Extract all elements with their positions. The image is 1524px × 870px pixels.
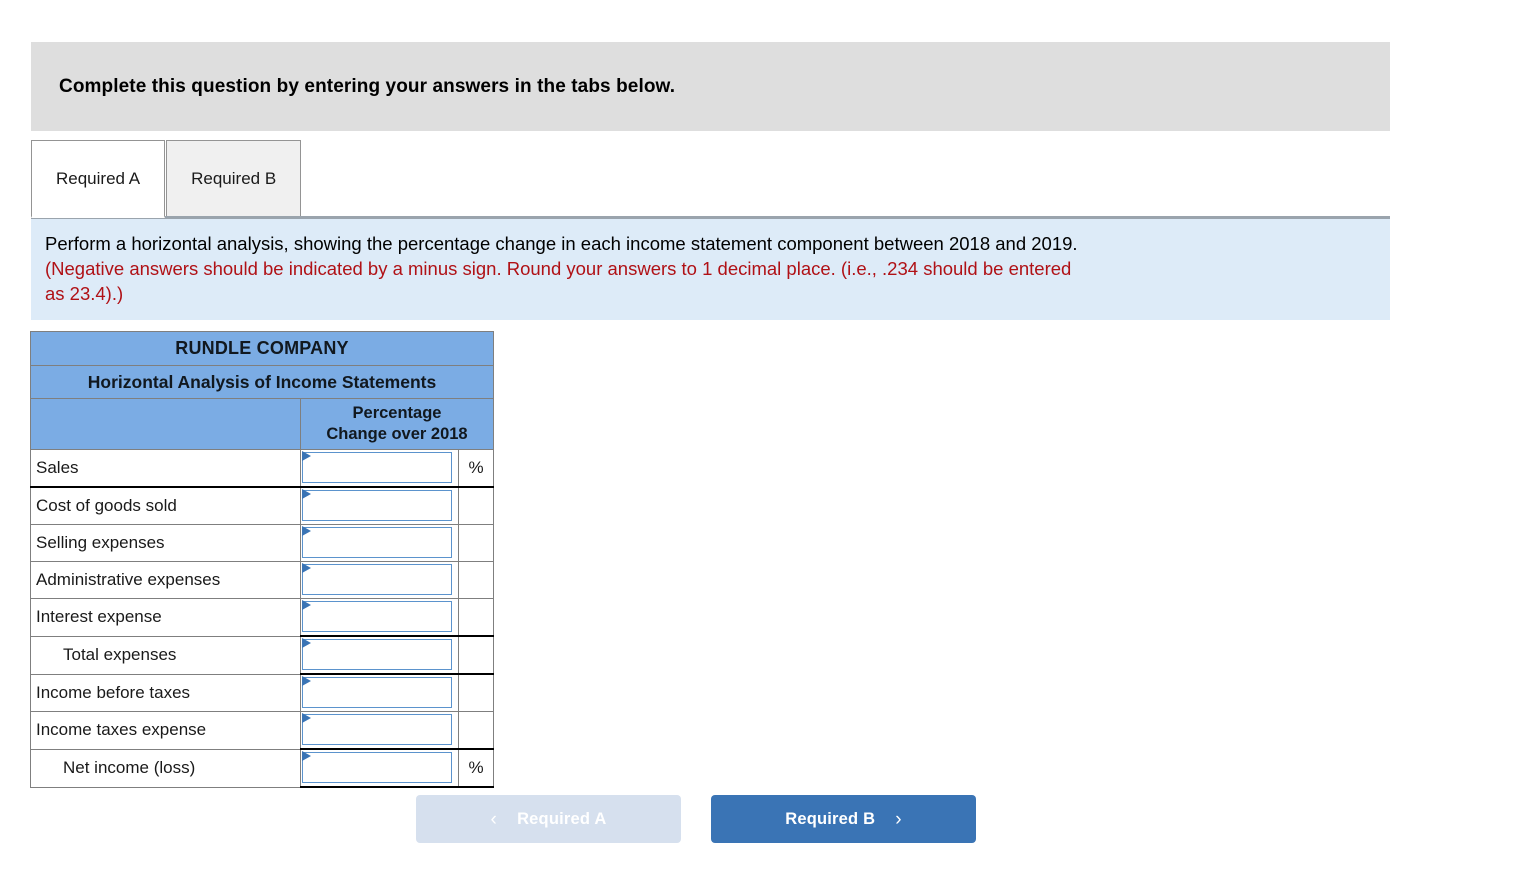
table-row: Interest expense bbox=[30, 598, 494, 637]
percent-sign-income-before-taxes bbox=[458, 673, 494, 712]
input-marker-icon bbox=[302, 638, 312, 653]
company-name: RUNDLE COMPANY bbox=[30, 331, 494, 366]
column-header-line-1: Percentage bbox=[352, 404, 442, 422]
percentage-input-income-before-taxes[interactable] bbox=[302, 677, 452, 708]
tab-required-b-label: Required B bbox=[191, 168, 277, 188]
input-cell-income-before-taxes[interactable] bbox=[300, 673, 459, 712]
table-title-row: RUNDLE COMPANY bbox=[30, 331, 494, 366]
chevron-left-icon: ‹ bbox=[490, 808, 498, 830]
input-cell-net-income[interactable] bbox=[300, 748, 459, 788]
percentage-input-income-taxes-expense[interactable] bbox=[302, 714, 452, 745]
tab-strip: Required A Required B bbox=[31, 140, 1390, 218]
percent-sign-interest-expense bbox=[458, 598, 494, 637]
row-label-income-taxes-expense: Income taxes expense bbox=[30, 711, 301, 750]
table-row: Cost of goods sold bbox=[30, 486, 494, 525]
input-marker-icon bbox=[302, 451, 312, 466]
input-cell-interest-expense[interactable] bbox=[300, 598, 459, 637]
statement-subtitle: Horizontal Analysis of Income Statements bbox=[30, 365, 494, 399]
input-cell-income-taxes-expense[interactable] bbox=[300, 711, 459, 750]
next-button-label: Required B bbox=[785, 809, 876, 828]
percent-sign-selling-expenses bbox=[458, 524, 494, 562]
table-row: Administrative expenses bbox=[30, 561, 494, 599]
percent-sign-total-expenses bbox=[458, 635, 494, 675]
table-row: Total expenses bbox=[30, 635, 494, 675]
question-banner: Complete this question by entering your … bbox=[31, 42, 1390, 131]
input-marker-icon bbox=[302, 489, 312, 504]
instruction-line-2: (Negative answers should be indicated by… bbox=[45, 258, 1072, 279]
instruction-panel: Perform a horizontal analysis, showing t… bbox=[31, 216, 1390, 320]
table-row: Income before taxes bbox=[30, 673, 494, 712]
row-label-net-income: Net income (loss) bbox=[30, 748, 301, 788]
percent-sign-sales: % bbox=[458, 449, 494, 488]
tab-required-b[interactable]: Required B bbox=[166, 140, 302, 216]
next-required-b-button[interactable]: Required B › bbox=[711, 795, 976, 843]
input-marker-icon bbox=[302, 563, 312, 578]
percentage-input-net-income[interactable] bbox=[302, 752, 452, 783]
percent-sign-net-income: % bbox=[458, 748, 494, 788]
table-subtitle-row: Horizontal Analysis of Income Statements bbox=[30, 365, 494, 399]
row-label-total-expenses: Total expenses bbox=[30, 635, 301, 675]
table-row: Income taxes expense bbox=[30, 711, 494, 750]
row-label-sales: Sales bbox=[30, 449, 301, 488]
chevron-right-icon: › bbox=[895, 808, 902, 830]
prev-required-a-button[interactable]: ‹ Required A bbox=[416, 795, 681, 843]
row-label-cost-of-goods-sold: Cost of goods sold bbox=[30, 486, 301, 525]
table-body: RUNDLE COMPANY Horizontal Analysis of In… bbox=[30, 331, 494, 788]
percentage-input-interest-expense[interactable] bbox=[302, 601, 452, 632]
column-header-line-2: Change over 2018 bbox=[326, 425, 468, 443]
footer-navigation: ‹ Required A Required B › bbox=[416, 795, 976, 843]
table-column-header-row: Percentage Change over 2018 bbox=[30, 398, 494, 450]
percentage-input-cost-of-goods-sold[interactable] bbox=[302, 490, 452, 521]
input-marker-icon bbox=[302, 713, 312, 728]
input-marker-icon bbox=[302, 751, 312, 766]
horizontal-analysis-table: RUNDLE COMPANY Horizontal Analysis of In… bbox=[30, 331, 494, 788]
percentage-input-sales[interactable] bbox=[302, 452, 452, 483]
column-header-percentage-change: Percentage Change over 2018 bbox=[300, 398, 494, 450]
percent-sign-administrative-expenses bbox=[458, 561, 494, 599]
input-cell-sales[interactable] bbox=[300, 449, 459, 488]
input-marker-icon bbox=[302, 600, 312, 615]
input-marker-icon bbox=[302, 526, 312, 541]
table-row: Sales % bbox=[30, 449, 494, 488]
table-row: Selling expenses bbox=[30, 524, 494, 562]
input-cell-cost-of-goods-sold[interactable] bbox=[300, 486, 459, 525]
input-cell-total-expenses[interactable] bbox=[300, 635, 459, 675]
row-label-selling-expenses: Selling expenses bbox=[30, 524, 301, 562]
percentage-input-total-expenses[interactable] bbox=[302, 639, 452, 670]
row-label-income-before-taxes: Income before taxes bbox=[30, 673, 301, 712]
tab-required-a-label: Required A bbox=[56, 168, 141, 188]
table-row: Net income (loss) % bbox=[30, 748, 494, 788]
instruction-line-3: as 23.4).) bbox=[45, 283, 124, 304]
prev-button-label: Required A bbox=[517, 809, 607, 828]
tab-required-a[interactable]: Required A bbox=[31, 140, 166, 218]
column-header-blank bbox=[30, 398, 301, 450]
percent-sign-cost-of-goods-sold bbox=[458, 486, 494, 525]
row-label-administrative-expenses: Administrative expenses bbox=[30, 561, 301, 599]
percentage-input-selling-expenses[interactable] bbox=[302, 527, 452, 558]
row-label-interest-expense: Interest expense bbox=[30, 598, 301, 637]
percentage-input-administrative-expenses[interactable] bbox=[302, 564, 452, 595]
instruction-line-1: Perform a horizontal analysis, showing t… bbox=[45, 233, 1078, 254]
input-cell-selling-expenses[interactable] bbox=[300, 524, 459, 562]
banner-text: Complete this question by entering your … bbox=[59, 75, 676, 97]
input-cell-administrative-expenses[interactable] bbox=[300, 561, 459, 599]
percent-sign-income-taxes-expense bbox=[458, 711, 494, 750]
input-marker-icon bbox=[302, 676, 312, 691]
